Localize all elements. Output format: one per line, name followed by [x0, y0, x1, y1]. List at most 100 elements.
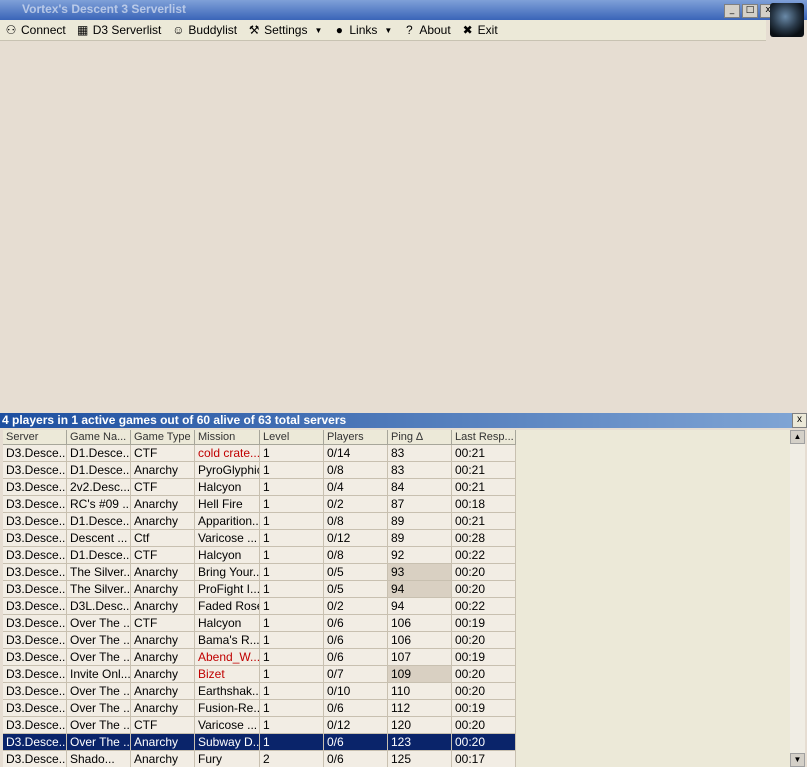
table-row[interactable]: D3.Desce... D3L.Desc... Anarchy Faded Rose 1…: [3, 598, 516, 615]
table-cell: D3.Desce...: [3, 615, 67, 632]
table-cell: 1: [260, 462, 324, 479]
table-row[interactable]: D3.Desce... Invite Onl... Anarchy Bizet 1 0/7…: [3, 666, 516, 683]
links-button[interactable]: ● Links ▼: [328, 20, 398, 40]
title-bar: Vortex's Descent 3 Serverlist _ □ x: [0, 0, 807, 20]
settings-label: Settings: [264, 23, 308, 37]
table-cell: 106: [388, 632, 452, 649]
about-button[interactable]: ? About: [398, 20, 456, 40]
table-row[interactable]: D3.Desce... Over The ... CTF Halcyon 1 0/6 106…: [3, 615, 516, 632]
column-header[interactable]: Players: [324, 430, 388, 445]
table-cell: CTF: [131, 445, 195, 462]
table-cell: Over The ...: [67, 683, 131, 700]
table-cell: 2: [260, 751, 324, 767]
column-header[interactable]: Ping ∆: [388, 430, 452, 445]
buddylist-label: Buddylist: [188, 23, 238, 37]
table-row[interactable]: D3.Desce... Over The ... Anarchy Abend_W...…: [3, 649, 516, 666]
close-icon[interactable]: x: [792, 413, 807, 428]
table-cell: 00:21: [452, 479, 516, 496]
table-cell: CTF: [131, 717, 195, 734]
table-cell: Hell Fire: [195, 496, 260, 513]
column-header[interactable]: Server: [3, 430, 67, 445]
table-cell: D3.Desce...: [3, 717, 67, 734]
table-cell: D3.Desce...: [3, 598, 67, 615]
table-row[interactable]: D3.Desce... Over The ... CTF Varicose ... 1 0…: [3, 717, 516, 734]
maximize-button[interactable]: □: [742, 4, 758, 18]
status-bar: 4 players in 1 active games out of 60 al…: [0, 413, 792, 428]
table-cell: 00:20: [452, 632, 516, 649]
chevron-down-icon: ▼: [314, 25, 323, 35]
column-header[interactable]: Game Type: [131, 430, 195, 445]
table-cell: 0/2: [324, 598, 388, 615]
table-cell: 00:22: [452, 547, 516, 564]
table-cell: D3.Desce...: [3, 479, 67, 496]
table-cell: 1: [260, 666, 324, 683]
column-header[interactable]: Game Na...: [67, 430, 131, 445]
table-cell: 00:22: [452, 598, 516, 615]
table-row[interactable]: D3.Desce... Over The ... Anarchy Subway D..…: [3, 734, 516, 751]
table-row[interactable]: D3.Desce... Descent ... Ctf Varicose ... 1 0/…: [3, 530, 516, 547]
table-cell: 00:28: [452, 530, 516, 547]
table-cell: 00:17: [452, 751, 516, 767]
table-cell: The Silver...: [67, 564, 131, 581]
settings-button[interactable]: ⚒ Settings ▼: [243, 20, 328, 40]
table-cell: 94: [388, 598, 452, 615]
table-cell: Shado...: [67, 751, 131, 767]
table-cell: 83: [388, 445, 452, 462]
table-row[interactable]: D3.Desce... The Silver... Anarchy Bring You…: [3, 564, 516, 581]
table-cell: CTF: [131, 615, 195, 632]
table-row[interactable]: D3.Desce... RC's #09 ... Anarchy Hell Fire 1…: [3, 496, 516, 513]
table-cell: 0/6: [324, 632, 388, 649]
table-cell: Descent ...: [67, 530, 131, 547]
toolbar: ⚇ Connect ▦ D3 Serverlist ☺ Buddylist ⚒ …: [0, 20, 766, 41]
buddylist-button[interactable]: ☺ Buddylist: [167, 20, 243, 40]
table-cell: Anarchy: [131, 462, 195, 479]
column-header[interactable]: Level: [260, 430, 324, 445]
table-row[interactable]: D3.Desce... D1.Desce... Anarchy Apparition.…: [3, 513, 516, 530]
about-label: About: [419, 23, 451, 37]
table-cell: Over The ...: [67, 734, 131, 751]
table-cell: D3.Desce...: [3, 530, 67, 547]
question-icon: ?: [405, 23, 413, 37]
exit-button[interactable]: ✖ Exit: [457, 20, 504, 40]
table-row[interactable]: D3.Desce... D1.Desce... CTF Halcyon 1 0/8 92 00…: [3, 547, 516, 564]
vertical-scrollbar[interactable]: ▲ ▼: [790, 430, 805, 767]
table-row[interactable]: D3.Desce... Shado... Anarchy Fury 2 0/6 125 00:…: [3, 751, 516, 767]
table-cell: Apparition...: [195, 513, 260, 530]
connect-label: Connect: [21, 23, 66, 37]
table-row[interactable]: D3.Desce... Over The ... Anarchy Bama's R..…: [3, 632, 516, 649]
scroll-up-icon[interactable]: ▲: [790, 430, 805, 444]
table-cell: 1: [260, 581, 324, 598]
table-cell: 83: [388, 462, 452, 479]
connect-button[interactable]: ⚇ Connect: [0, 20, 72, 40]
table-cell: 1: [260, 445, 324, 462]
details-panel: [516, 430, 790, 767]
table-row[interactable]: D3.Desce... 2v2.Desc... CTF Halcyon 1 0/4 84 00…: [3, 479, 516, 496]
serverlist-button[interactable]: ▦ D3 Serverlist: [72, 20, 168, 40]
table-row[interactable]: D3.Desce... The Silver... Anarchy ProFight …: [3, 581, 516, 598]
column-header[interactable]: Mission: [195, 430, 260, 445]
table-row[interactable]: D3.Desce... Over The ... Anarchy Fusion-Re.…: [3, 700, 516, 717]
table-cell: Anarchy: [131, 666, 195, 683]
table-cell: 1: [260, 632, 324, 649]
table-cell: Anarchy: [131, 751, 195, 767]
table-cell: Anarchy: [131, 649, 195, 666]
table-cell: 1: [260, 479, 324, 496]
table-cell: Bizet: [195, 666, 260, 683]
table-row[interactable]: D3.Desce... D1.Desce... Anarchy PyroGlyphic…: [3, 462, 516, 479]
table-cell: 93: [388, 564, 452, 581]
table-row[interactable]: D3.Desce... Over The ... Anarchy Earthshak.…: [3, 683, 516, 700]
table-cell: 00:20: [452, 734, 516, 751]
table-cell: 0/6: [324, 615, 388, 632]
table-cell: 94: [388, 581, 452, 598]
column-header[interactable]: Last Resp...: [452, 430, 516, 445]
table-row[interactable]: D3.Desce... D1.Desce... CTF cold crate... 1 0…: [3, 445, 516, 462]
table-cell: 0/5: [324, 581, 388, 598]
table-cell: 0/8: [324, 462, 388, 479]
scroll-down-icon[interactable]: ▼: [790, 753, 805, 767]
table-cell: 0/2: [324, 496, 388, 513]
table-cell: CTF: [131, 547, 195, 564]
minimize-button[interactable]: _: [724, 4, 740, 18]
table-cell: PyroGlyphic: [195, 462, 260, 479]
table-cell: Varicose ...: [195, 717, 260, 734]
table-cell: 0/14: [324, 445, 388, 462]
